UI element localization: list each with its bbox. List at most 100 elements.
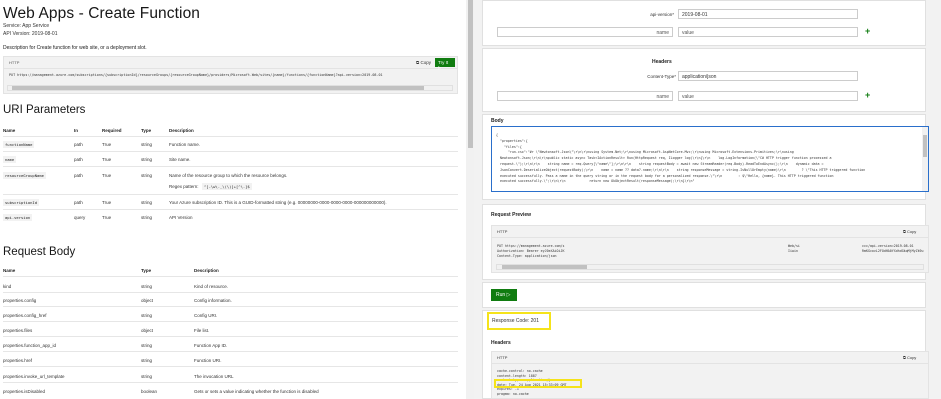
copy-button[interactable]: ⧉ Copy bbox=[416, 60, 431, 65]
divider bbox=[3, 336, 458, 337]
preview-line: Web/si bbox=[788, 244, 800, 248]
body-prop-name: kind bbox=[3, 284, 12, 289]
run-button[interactable]: Run ▷ bbox=[491, 289, 517, 301]
pattern-label: Regex pattern: bbox=[169, 184, 199, 189]
api-version-input[interactable]: 2019-08-01 bbox=[678, 9, 858, 19]
content-type-label: Content-Type* bbox=[647, 74, 676, 79]
code-language: HTTP bbox=[4, 57, 457, 69]
service-label: Service: App Service bbox=[3, 23, 50, 29]
param-required: True bbox=[102, 200, 112, 205]
try-it-pane: api-version* 2019-08-01 name value + Hea… bbox=[474, 0, 941, 399]
col-in: In bbox=[74, 128, 78, 133]
divider bbox=[3, 136, 458, 137]
header-name-input[interactable]: name bbox=[497, 91, 673, 101]
col-name: Name bbox=[3, 128, 16, 133]
documentation-pane: Web Apps - Create Function Service: App … bbox=[0, 0, 466, 399]
divider bbox=[3, 292, 458, 293]
preview-line: ccc/api-version=2019-08-01 bbox=[862, 244, 914, 248]
body-prop-desc: Gets or sets a value indicating whether … bbox=[194, 389, 319, 394]
param-name-input[interactable]: name bbox=[497, 27, 673, 37]
preview-header bbox=[492, 226, 928, 238]
param-value-input[interactable]: value bbox=[678, 27, 858, 37]
body-title: Body bbox=[491, 118, 504, 124]
col-type: Type bbox=[141, 268, 152, 273]
param-in: path bbox=[74, 200, 83, 205]
param-name: subscriptionId bbox=[3, 199, 40, 206]
param-required: True bbox=[102, 173, 112, 178]
param-desc: Name of the resource group to which the … bbox=[169, 173, 288, 178]
request-code-block: HTTP ⧉ Copy Try It ▷ PUT https://managem… bbox=[3, 56, 458, 94]
body-prop-type: object bbox=[141, 298, 154, 303]
body-prop-name: properties.config bbox=[3, 298, 37, 303]
header-value-input[interactable]: value bbox=[678, 91, 858, 101]
body-scrollbar-thumb[interactable] bbox=[923, 135, 927, 157]
param-type: string bbox=[141, 200, 153, 205]
body-prop-desc: File list. bbox=[194, 328, 210, 333]
body-prop-name: properties.isDisabled bbox=[3, 389, 46, 394]
response-header-line: pragma: no-cache bbox=[497, 391, 529, 396]
page-scrollbar-thumb[interactable] bbox=[468, 0, 473, 148]
page-title: Web Apps - Create Function bbox=[3, 5, 201, 22]
response-header-line: content-length: 1887 bbox=[497, 373, 537, 378]
response-copy-button[interactable]: ⧉ Copy bbox=[903, 355, 916, 360]
param-in: query bbox=[74, 215, 86, 220]
body-prop-desc: The invocation URL bbox=[194, 374, 234, 379]
uri-parameters-heading: URI Parameters bbox=[3, 104, 86, 116]
add-param-icon[interactable]: + bbox=[865, 26, 870, 36]
param-name: resourceGroupName bbox=[3, 172, 46, 179]
param-required: True bbox=[102, 142, 112, 147]
body-prop-desc: Config URI. bbox=[194, 313, 218, 318]
preview-line: Authorization: Bearer eyJ0eXAiOiJK bbox=[497, 249, 565, 253]
add-header-icon[interactable]: + bbox=[865, 90, 870, 100]
body-prop-desc: Kind of resource. bbox=[194, 284, 229, 289]
body-prop-desc: Config information. bbox=[194, 298, 232, 303]
response-code-highlight bbox=[487, 312, 551, 330]
preview-copy-button[interactable]: ⧉ Copy bbox=[903, 229, 916, 234]
preview-line: PUT https://management.azure.com/s bbox=[497, 244, 565, 248]
headers-title: Headers bbox=[652, 59, 672, 65]
body-text: { "properties":{ "files":{ "run.csx":"#r… bbox=[496, 133, 866, 184]
preview-scrollbar-thumb[interactable] bbox=[502, 265, 587, 269]
api-version-label: API Version: 2019-08-01 bbox=[3, 31, 58, 37]
divider bbox=[3, 306, 458, 307]
divider bbox=[3, 351, 458, 352]
divider bbox=[3, 151, 458, 152]
divider bbox=[3, 382, 458, 383]
request-url: PUT https://management.azure.com/subscri… bbox=[9, 73, 383, 77]
response-header-bar bbox=[492, 352, 928, 364]
body-prop-name: properties.href bbox=[3, 358, 33, 363]
col-type: Type bbox=[141, 128, 152, 133]
preview-line: RmKGcovL2FOdHA0YXdhdGkqMjMyZk9u bbox=[862, 249, 924, 253]
run-panel bbox=[482, 282, 926, 308]
body-prop-name: properties.function_app_id bbox=[3, 343, 57, 348]
col-description: Description bbox=[169, 128, 194, 133]
param-type: string bbox=[141, 215, 153, 220]
param-desc: Function name. bbox=[169, 142, 201, 147]
param-name: api-version bbox=[3, 214, 33, 221]
param-type: string bbox=[141, 142, 153, 147]
body-prop-name: properties.config_href bbox=[3, 313, 47, 318]
code-scrollbar-thumb[interactable] bbox=[12, 86, 424, 90]
body-prop-desc: Function URI. bbox=[194, 358, 222, 363]
col-description: Description bbox=[194, 268, 219, 273]
request-body-heading: Request Body bbox=[3, 246, 76, 258]
content-type-input[interactable]: application/json bbox=[678, 71, 858, 81]
body-prop-type: object bbox=[141, 328, 154, 333]
param-name: name bbox=[3, 156, 17, 163]
body-prop-type: string bbox=[141, 284, 153, 289]
divider bbox=[3, 194, 458, 195]
date-header-highlight bbox=[494, 379, 582, 388]
body-textarea[interactable]: { "properties":{ "files":{ "run.csx":"#r… bbox=[491, 126, 929, 192]
param-required: True bbox=[102, 157, 112, 162]
param-in: path bbox=[74, 142, 83, 147]
param-in: path bbox=[74, 173, 83, 178]
param-required: True bbox=[102, 215, 112, 220]
divider bbox=[3, 276, 458, 277]
body-prop-name: properties.invoke_url_template bbox=[3, 374, 65, 379]
divider bbox=[3, 366, 458, 367]
divider bbox=[3, 166, 458, 167]
body-prop-name: properties.files bbox=[3, 328, 33, 333]
response-headers-title: Headers bbox=[491, 340, 511, 346]
try-it-button[interactable]: Try It ▷ bbox=[435, 58, 455, 70]
preview-language: HTTP bbox=[497, 229, 508, 234]
